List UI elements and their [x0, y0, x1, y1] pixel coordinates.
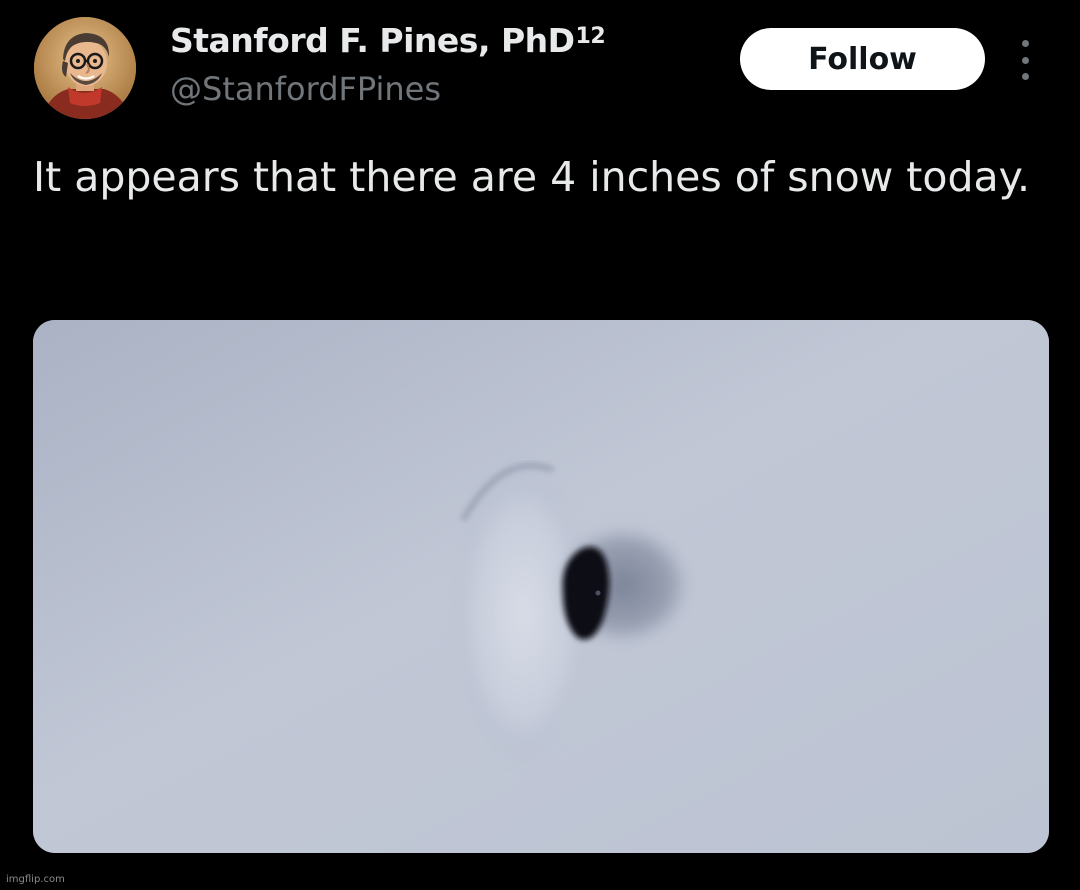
- tweet: Stanford F. Pines, PhD12 @StanfordFPines…: [0, 0, 1080, 890]
- avatar-icon: [34, 17, 136, 119]
- display-name[interactable]: Stanford F. Pines, PhD12: [170, 20, 606, 62]
- tweet-text: It appears that there are 4 inches of sn…: [33, 153, 1031, 201]
- snow-photo-icon: [33, 320, 1049, 853]
- name-superscript: 12: [575, 24, 606, 49]
- tweet-media[interactable]: [33, 320, 1049, 853]
- imgflip-watermark: imgflip.com: [6, 874, 65, 885]
- display-name-text: Stanford F. Pines, PhD: [170, 21, 575, 60]
- author-info: Stanford F. Pines, PhD12 @StanfordFPines: [170, 20, 606, 110]
- more-dot: [1021, 56, 1029, 64]
- more-options-icon[interactable]: [1010, 40, 1040, 80]
- more-dot: [1021, 73, 1029, 80]
- user-handle[interactable]: @StanfordFPines: [170, 68, 605, 110]
- follow-button[interactable]: Follow: [740, 28, 985, 90]
- avatar[interactable]: [34, 17, 136, 119]
- more-dot: [1021, 40, 1029, 47]
